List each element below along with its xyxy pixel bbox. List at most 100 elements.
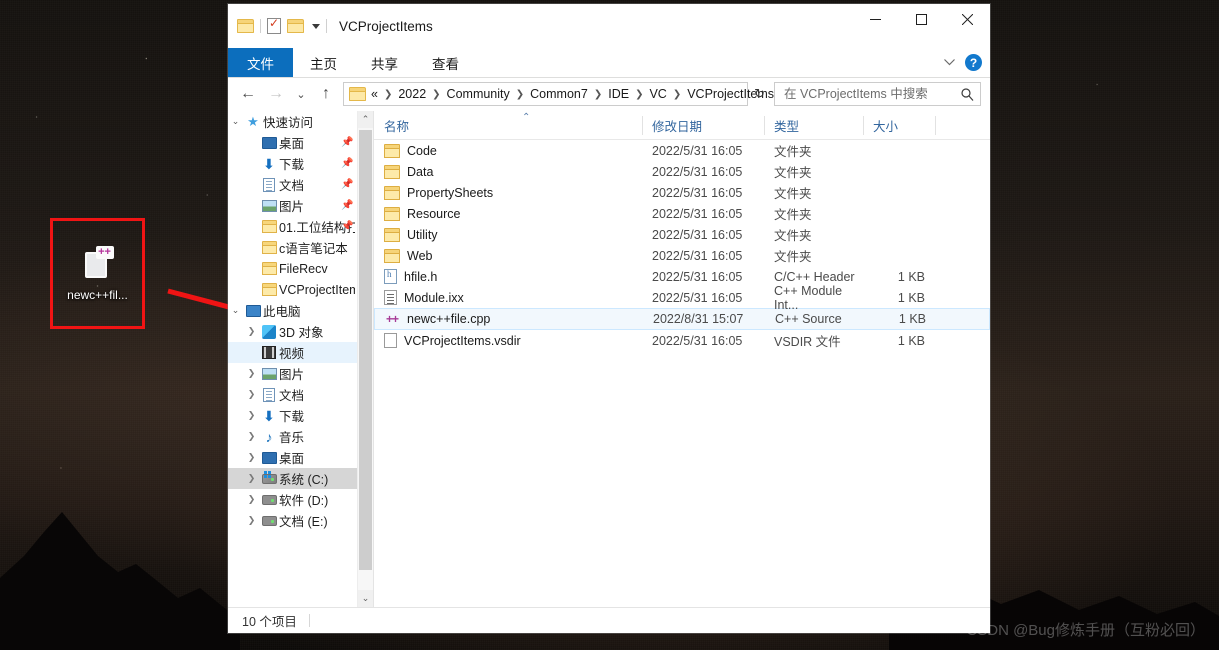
folder-icon	[261, 241, 277, 254]
nav-expand-chevron-icon[interactable]: ❯	[244, 431, 259, 442]
nav-item[interactable]: 桌面 📌	[228, 132, 357, 153]
new-folder-icon[interactable]	[287, 19, 304, 33]
breadcrumb-item-common7[interactable]: Common7	[528, 87, 590, 101]
close-button[interactable]	[944, 4, 990, 35]
back-button[interactable]: ←	[237, 83, 259, 105]
nav-item[interactable]: ❯ ♪ 音乐	[228, 426, 357, 447]
nav-item[interactable]: ❯ 文档 (E:)	[228, 510, 357, 531]
pictures-icon	[261, 367, 277, 380]
column-header-type[interactable]: 类型	[764, 111, 863, 140]
search-input[interactable]	[784, 87, 961, 101]
table-row[interactable]: Utility 2022/5/31 16:05 文件夹	[374, 224, 990, 245]
maximize-button[interactable]	[898, 4, 944, 35]
table-row[interactable]: ++ newc++file.cpp 2022/8/31 15:07 C++ Sourc…	[374, 308, 990, 330]
nav-expand-chevron-icon[interactable]: ❯	[244, 410, 259, 421]
folder-icon	[261, 262, 277, 275]
nav-item[interactable]: VCProjectItems	[228, 279, 357, 300]
nav-item-icon: ⬇	[259, 409, 279, 423]
minimize-button[interactable]	[852, 4, 898, 35]
up-button[interactable]: ↑	[315, 83, 337, 105]
pin-icon[interactable]: 📌	[341, 200, 353, 211]
nav-item[interactable]: ⬇ 下载 📌	[228, 153, 357, 174]
nav-item[interactable]: ❯ 3D 对象	[228, 321, 357, 342]
nav-expand-chevron-icon[interactable]: ❯	[244, 389, 259, 400]
table-row[interactable]: Data 2022/5/31 16:05 文件夹	[374, 161, 990, 182]
nav-expand-chevron-icon[interactable]: ❯	[244, 515, 259, 526]
tab-home[interactable]: 主页	[293, 48, 354, 77]
table-row[interactable]: Module.ixx 2022/5/31 16:05 C++ Module Int.…	[374, 284, 990, 312]
nav-expand-chevron-icon[interactable]: ❯	[244, 326, 259, 337]
breadcrumb-root[interactable]: «	[369, 87, 380, 101]
nav-item[interactable]: ❯ 系统 (C:)	[228, 468, 357, 489]
nav-item[interactable]: 01.工位结构打 📌	[228, 216, 357, 237]
nav-item[interactable]: ❯ 桌面	[228, 447, 357, 468]
customize-caret-icon[interactable]	[312, 23, 320, 29]
breadcrumb-sep: ❯	[383, 88, 393, 100]
pin-icon[interactable]: 📌	[341, 137, 353, 148]
nav-item[interactable]: ⌄ ★ 快速访问	[228, 111, 357, 132]
nav-expand-chevron-icon[interactable]: ⌄	[228, 305, 243, 316]
breadcrumb-item-ide[interactable]: IDE	[606, 87, 631, 101]
table-row[interactable]: Code 2022/5/31 16:05 文件夹	[374, 140, 990, 161]
search-box[interactable]	[774, 82, 981, 106]
pin-icon[interactable]: 📌	[341, 221, 353, 232]
nav-expand-chevron-icon[interactable]: ⌄	[228, 116, 243, 127]
nav-item-label: 快速访问	[263, 116, 314, 130]
nav-item[interactable]: c语言笔记本	[228, 237, 357, 258]
nav-item[interactable]: ❯ 文档	[228, 384, 357, 405]
nav-item[interactable]: 文档 📌	[228, 174, 357, 195]
header-file-icon	[384, 269, 397, 284]
nav-item[interactable]: FileRecv	[228, 258, 357, 279]
column-header-date[interactable]: 修改日期	[642, 111, 764, 140]
file-type: 文件夹	[774, 250, 812, 264]
nav-item[interactable]: ❯ 软件 (D:)	[228, 489, 357, 510]
pictures-icon	[261, 199, 277, 212]
nav-item[interactable]: ❯ ⬇ 下载	[228, 405, 357, 426]
tab-share[interactable]: 共享	[354, 48, 415, 77]
refresh-button[interactable]: ↻	[754, 86, 768, 102]
folder-icon[interactable]	[237, 19, 254, 33]
table-row[interactable]: hfile.h 2022/5/31 16:05 C/C++ Header 1 KB	[374, 266, 990, 287]
breadcrumb-item-2022[interactable]: 2022	[396, 87, 428, 101]
tab-view[interactable]: 查看	[415, 48, 476, 77]
column-header-name[interactable]: 名称	[374, 111, 642, 140]
nav-scroll-up-button[interactable]: ⌃	[358, 111, 373, 128]
table-row[interactable]: Resource 2022/5/31 16:05 文件夹	[374, 203, 990, 224]
tab-file[interactable]: 文件	[228, 48, 293, 77]
nav-scrollbar[interactable]: ⌃ ⌄	[357, 111, 373, 607]
table-row[interactable]: Web 2022/5/31 16:05 文件夹	[374, 245, 990, 266]
nav-expand-chevron-icon[interactable]: ❯	[244, 494, 259, 505]
nav-item[interactable]: 视频	[228, 342, 357, 363]
pin-icon[interactable]: 📌	[341, 179, 353, 190]
nav-item[interactable]: 图片 📌	[228, 195, 357, 216]
table-row[interactable]: VCProjectItems.vsdir 2022/5/31 16:05 VSDIR…	[374, 330, 990, 351]
chevron-down-icon[interactable]	[944, 59, 955, 66]
breadcrumb[interactable]: « ❯ 2022 ❯ Community ❯ Common7 ❯ IDE ❯ V…	[343, 82, 792, 106]
file-size: 1 KB	[898, 312, 926, 326]
nav-scroll-down-button[interactable]: ⌄	[358, 590, 373, 607]
help-button[interactable]: ?	[965, 54, 982, 71]
monitor-icon	[261, 451, 277, 464]
file-name-cell: Utility	[374, 227, 642, 242]
breadcrumb-item-community[interactable]: Community	[445, 87, 512, 101]
nav-item-label: FileRecv	[279, 261, 328, 276]
breadcrumb-item-vc[interactable]: VC	[647, 87, 668, 101]
properties-icon[interactable]	[267, 16, 281, 34]
search-icon[interactable]	[961, 87, 974, 101]
nav-item-label: 系统 (C:)	[279, 473, 329, 487]
file-name-cell: Code	[374, 143, 642, 158]
table-row[interactable]: PropertySheets 2022/5/31 16:05 文件夹	[374, 182, 990, 203]
column-header-size[interactable]: 大小	[863, 111, 935, 140]
ribbon-tabs: 文件 主页 共享 查看 ?	[228, 48, 990, 78]
nav-item-label: 下载	[279, 158, 305, 172]
nav-item[interactable]: ❯ 图片	[228, 363, 357, 384]
nav-scrollbar-thumb[interactable]	[359, 130, 372, 570]
nav-item-icon	[259, 494, 279, 505]
nav-item-icon	[259, 220, 279, 233]
nav-item[interactable]: ⌄ 此电脑	[228, 300, 357, 321]
nav-expand-chevron-icon[interactable]: ❯	[244, 368, 259, 379]
nav-expand-chevron-icon[interactable]: ❯	[244, 473, 259, 484]
recent-locations-button[interactable]: ⌄	[293, 83, 309, 105]
nav-expand-chevron-icon[interactable]: ❯	[244, 452, 259, 463]
pin-icon[interactable]: 📌	[341, 158, 353, 169]
